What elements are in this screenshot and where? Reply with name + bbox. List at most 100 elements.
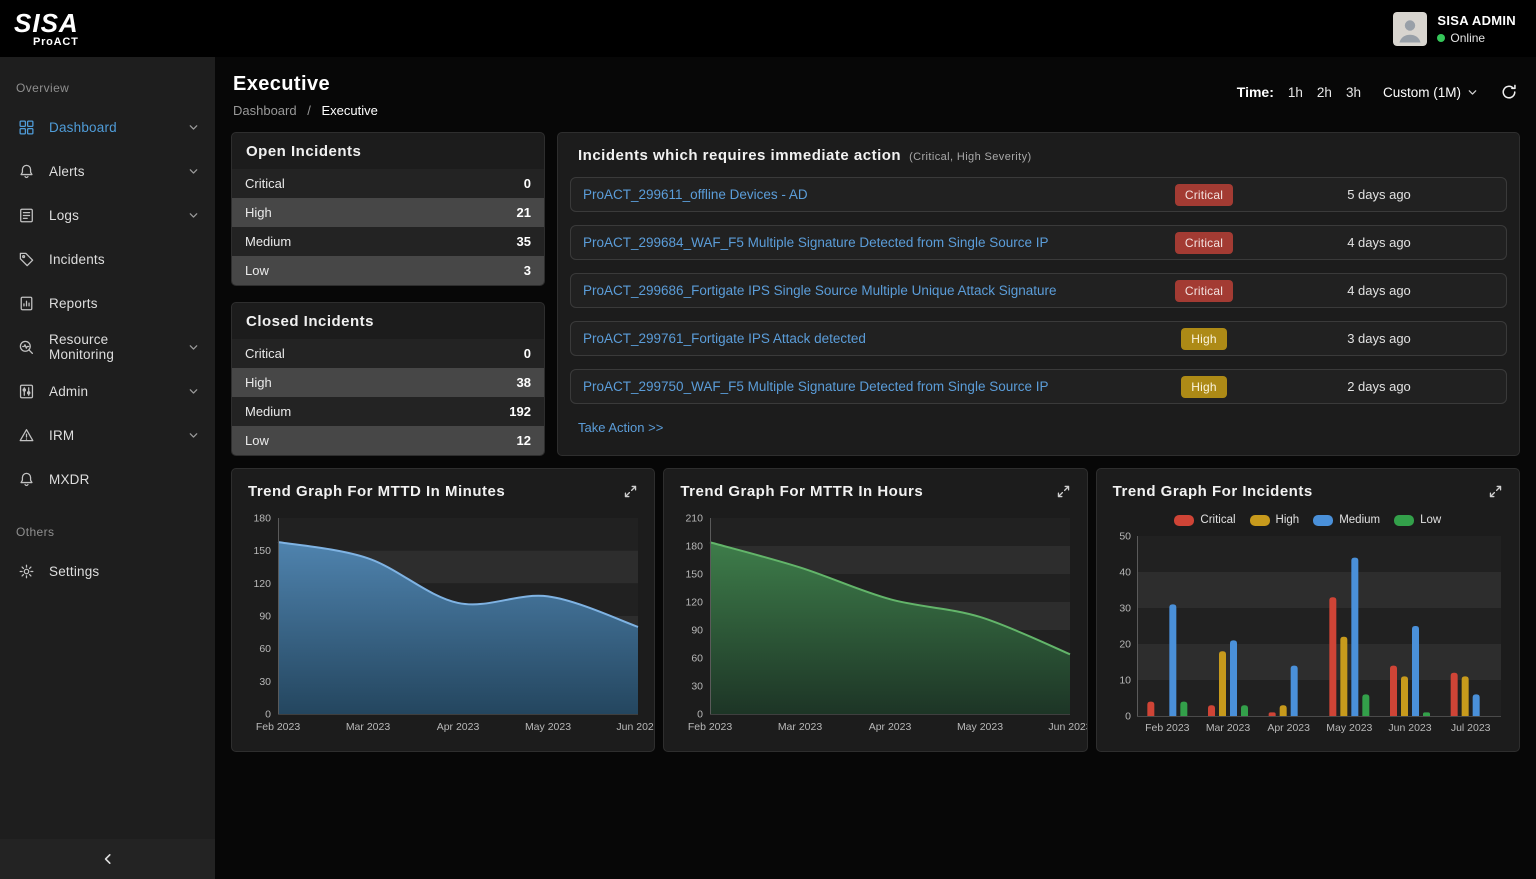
svg-text:May 2023: May 2023	[957, 721, 1003, 733]
take-action-link[interactable]: Take Action >>	[578, 420, 663, 435]
severity-badge-column: Critical	[1144, 232, 1264, 254]
incident-link[interactable]: ProACT_299761_Fortigate IPS Attack detec…	[583, 331, 1144, 346]
severity-badge-column: High	[1144, 376, 1264, 398]
sidebar-item-label: Dashboard	[49, 120, 117, 135]
expand-icon[interactable]	[623, 484, 638, 499]
legend-swatch	[1250, 515, 1270, 526]
time-option-2h[interactable]: 2h	[1317, 85, 1332, 100]
breadcrumb-separator: /	[307, 103, 311, 118]
legend-swatch	[1313, 515, 1333, 526]
incident-age: 4 days ago	[1264, 283, 1494, 298]
summary-row-medium: Medium192	[232, 397, 544, 426]
incident-link[interactable]: ProACT_299750_WAF_F5 Multiple Signature …	[583, 379, 1144, 394]
incident-link[interactable]: ProACT_299684_WAF_F5 Multiple Signature …	[583, 235, 1144, 250]
sidebar-item-label: Logs	[49, 208, 79, 223]
sidebar-item-admin[interactable]: Admin	[0, 369, 215, 413]
mttd-chart-title: Trend Graph For MTTD In Minutes	[248, 483, 505, 500]
svg-text:90: 90	[692, 625, 704, 637]
sidebar-item-irm[interactable]: IRM	[0, 413, 215, 457]
sidebar-item-incidents[interactable]: Incidents	[0, 237, 215, 281]
online-status-dot	[1437, 34, 1445, 42]
svg-text:Jun 2023: Jun 2023	[1388, 722, 1431, 734]
severity-badge-column: Critical	[1144, 280, 1264, 302]
sidebar-section-others: Others	[0, 501, 215, 549]
open-incidents-rows: Critical0High21Medium35Low3	[232, 169, 544, 285]
incidents-chart: Feb 2023Mar 2023Apr 2023May 2023Jun 2023…	[1109, 532, 1507, 739]
sidebar-item-resource-monitoring[interactable]: Resource Monitoring	[0, 325, 215, 369]
time-option-3h[interactable]: 3h	[1346, 85, 1361, 100]
svg-text:90: 90	[259, 611, 271, 623]
sidebar-item-label: MXDR	[49, 472, 90, 487]
svg-text:Feb 2023: Feb 2023	[688, 721, 733, 733]
mttd-chart-header: Trend Graph For MTTD In Minutes	[244, 481, 642, 510]
mttr-chart-title: Trend Graph For MTTR In Hours	[680, 483, 923, 500]
incident-age: 2 days ago	[1264, 379, 1494, 394]
sidebar-collapse-button[interactable]	[0, 839, 215, 879]
svg-text:120: 120	[686, 597, 704, 609]
incident-row: ProACT_299761_Fortigate IPS Attack detec…	[570, 321, 1507, 356]
refresh-button[interactable]	[1500, 83, 1518, 101]
chevron-down-icon	[188, 122, 199, 133]
svg-text:0: 0	[697, 709, 703, 721]
immediate-action-title: Incidents which requires immediate actio…	[578, 147, 901, 164]
severity-count: 0	[524, 346, 531, 361]
logo-title: SISA	[14, 10, 79, 36]
sidebar-item-label: Alerts	[49, 164, 85, 179]
legend-item-high: High	[1250, 514, 1300, 526]
incidents-chart-header: Trend Graph For Incidents	[1109, 481, 1507, 510]
incident-link[interactable]: ProACT_299611_offline Devices - AD	[583, 187, 1144, 202]
sidebar: Overview DashboardAlertsLogsIncidentsRep…	[0, 57, 215, 879]
user-info: SISA ADMIN Online	[1437, 13, 1516, 45]
incident-row: ProACT_299686_Fortigate IPS Single Sourc…	[570, 273, 1507, 308]
svg-text:20: 20	[1119, 639, 1131, 651]
custom-range-dropdown[interactable]: Custom (1M)	[1383, 85, 1478, 100]
svg-text:May 2023: May 2023	[525, 721, 571, 733]
sidebar-item-mxdr[interactable]: MXDR	[0, 457, 215, 501]
sidebar-item-label: Reports	[49, 296, 98, 311]
app-logo: SISA ProACT	[14, 10, 79, 48]
immediate-action-header: Incidents which requires immediate actio…	[570, 145, 1507, 177]
chevron-down-icon	[188, 210, 199, 221]
incidents-chart-title: Trend Graph For Incidents	[1113, 483, 1313, 500]
svg-text:Feb 2023: Feb 2023	[1145, 722, 1190, 734]
severity-count: 35	[517, 234, 531, 249]
svg-text:60: 60	[259, 643, 271, 655]
time-option-1h[interactable]: 1h	[1288, 85, 1303, 100]
severity-badge: High	[1181, 376, 1226, 398]
severity-count: 21	[517, 205, 531, 220]
breadcrumb-dashboard[interactable]: Dashboard	[233, 103, 297, 118]
severity-badge-column: Critical	[1144, 184, 1264, 206]
svg-text:Mar 2023: Mar 2023	[1205, 722, 1250, 734]
incident-row: ProACT_299611_offline Devices - ADCritic…	[570, 177, 1507, 212]
severity-count: 38	[517, 375, 531, 390]
incident-age: 5 days ago	[1264, 187, 1494, 202]
severity-count: 3	[524, 263, 531, 278]
avatar	[1393, 12, 1427, 46]
expand-icon[interactable]	[1056, 484, 1071, 499]
user-name: SISA ADMIN	[1437, 13, 1516, 28]
svg-text:30: 30	[259, 676, 271, 688]
sidebar-item-label: IRM	[49, 428, 74, 443]
sidebar-item-alerts[interactable]: Alerts	[0, 149, 215, 193]
severity-label: High	[245, 375, 272, 390]
sidebar-item-reports[interactable]: Reports	[0, 281, 215, 325]
logs-icon	[16, 205, 36, 225]
mttr-chart: 2101801501209060300Feb 2023Mar 2023Apr 2…	[676, 510, 1074, 739]
svg-text:0: 0	[1125, 711, 1131, 723]
closed-incidents-rows: Critical0High38Medium192Low12	[232, 339, 544, 455]
summary-row-medium: Medium35	[232, 227, 544, 256]
expand-icon[interactable]	[1488, 484, 1503, 499]
sidebar-item-dashboard[interactable]: Dashboard	[0, 105, 215, 149]
chevron-down-icon	[188, 342, 199, 353]
severity-badge: High	[1181, 328, 1226, 350]
user-menu[interactable]: SISA ADMIN Online	[1393, 12, 1516, 46]
sidebar-item-logs[interactable]: Logs	[0, 193, 215, 237]
sidebar-item-settings[interactable]: Settings	[0, 549, 215, 593]
mttd-chart: 1801501209060300Feb 2023Mar 2023Apr 2023…	[244, 510, 642, 739]
severity-label: Critical	[245, 176, 285, 191]
svg-text:150: 150	[686, 569, 704, 581]
sidebar-item-label: Admin	[49, 384, 88, 399]
incident-link[interactable]: ProACT_299686_Fortigate IPS Single Sourc…	[583, 283, 1144, 298]
severity-count: 0	[524, 176, 531, 191]
page-title: Executive	[233, 73, 378, 96]
